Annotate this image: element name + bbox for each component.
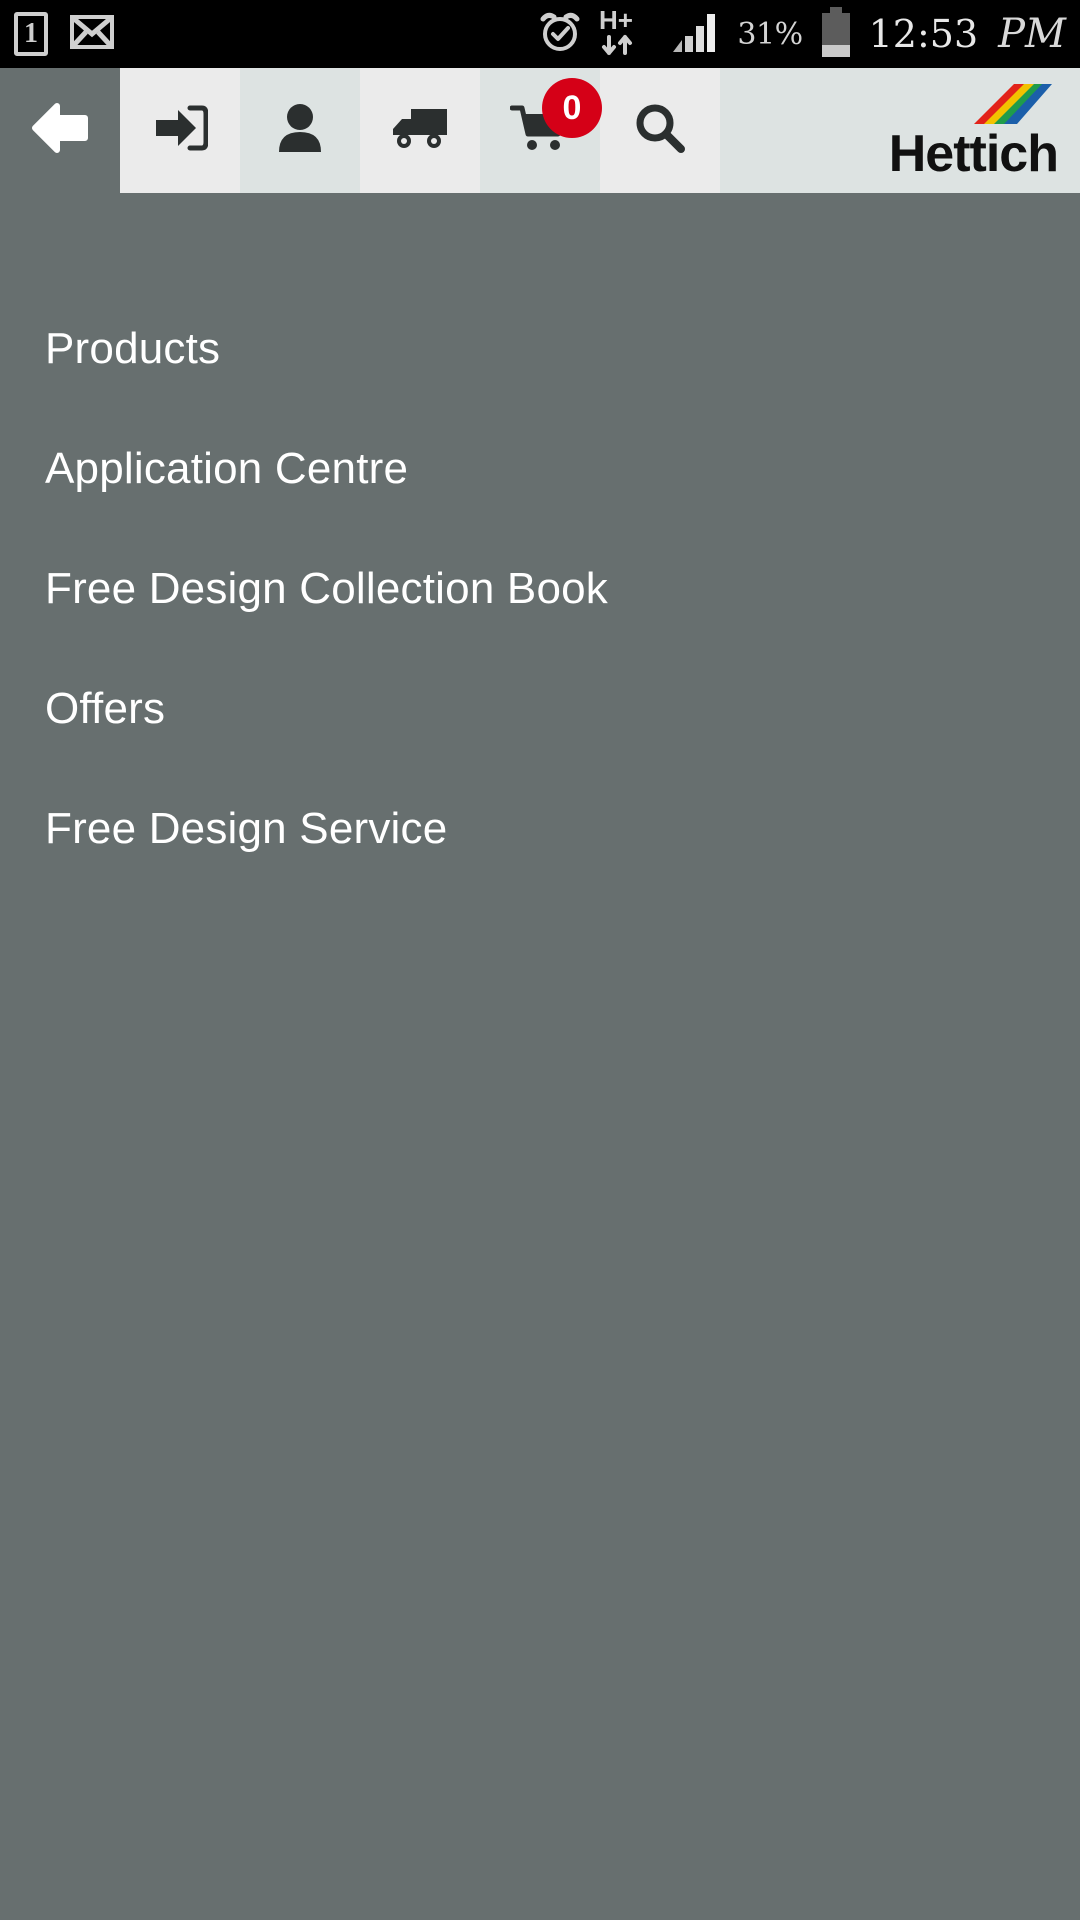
network-type-icon: H+ bbox=[599, 5, 655, 62]
battery-icon bbox=[819, 6, 853, 62]
main-menu: Products Application Centre Free Design … bbox=[0, 193, 1080, 889]
menu-item-offers[interactable]: Offers bbox=[0, 649, 1080, 769]
back-button[interactable] bbox=[0, 68, 120, 193]
menu-item-label: Application Centre bbox=[45, 444, 409, 493]
clock-meridiem-label: PM bbox=[998, 11, 1066, 57]
hettich-logo: Hettich bbox=[888, 82, 1059, 183]
cart-button[interactable]: 0 bbox=[480, 68, 602, 193]
cart-count-badge: 0 bbox=[542, 78, 602, 138]
status-bar-right-group: H+ 31% 12:53 PM bbox=[537, 5, 1066, 62]
status-bar: 1 H+ 31% 12:53 PM bbox=[0, 0, 1080, 68]
hettich-wordmark: Hettich bbox=[888, 124, 1059, 183]
status-bar-left-group: 1 bbox=[14, 12, 114, 56]
clock-time-label: 12:53 bbox=[868, 12, 979, 56]
menu-item-free-design-service[interactable]: Free Design Service bbox=[0, 769, 1080, 889]
menu-item-label: Products bbox=[45, 324, 221, 373]
menu-item-label: Offers bbox=[45, 684, 166, 733]
search-button[interactable] bbox=[600, 68, 720, 193]
signal-bars-icon bbox=[671, 10, 721, 59]
brand-area: Hettich bbox=[720, 68, 1080, 193]
login-button[interactable] bbox=[120, 68, 240, 193]
menu-item-label: Free Design Service bbox=[45, 804, 448, 853]
login-icon bbox=[152, 102, 209, 159]
notification-count-badge-icon: 1 bbox=[14, 12, 48, 56]
delivery-button[interactable] bbox=[360, 68, 480, 193]
account-icon bbox=[276, 102, 324, 159]
account-button[interactable] bbox=[240, 68, 360, 193]
back-arrow-icon bbox=[27, 100, 93, 161]
menu-item-products[interactable]: Products bbox=[0, 289, 1080, 409]
alarm-clock-icon bbox=[537, 9, 583, 60]
search-icon bbox=[633, 101, 687, 160]
menu-item-application-centre[interactable]: Application Centre bbox=[0, 409, 1080, 529]
menu-item-label: Free Design Collection Book bbox=[45, 564, 609, 613]
app-toolbar: 0 Hettich bbox=[0, 68, 1080, 193]
mail-icon bbox=[70, 14, 114, 54]
svg-text:H+: H+ bbox=[599, 7, 633, 35]
delivery-truck-icon bbox=[389, 105, 451, 156]
battery-percent-label: 31% bbox=[737, 16, 803, 52]
hettich-logo-stripes-icon bbox=[974, 83, 1052, 124]
menu-item-free-design-collection-book[interactable]: Free Design Collection Book bbox=[0, 529, 1080, 649]
